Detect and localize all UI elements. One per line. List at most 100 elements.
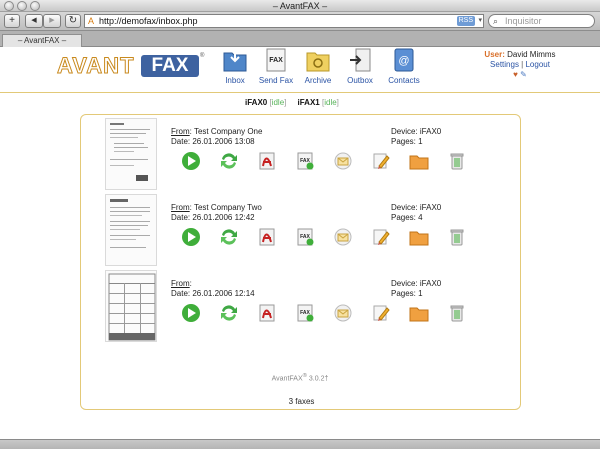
svg-text:@: @ [398, 55, 409, 67]
user-name: David Mimms [507, 50, 556, 59]
logo-fax-text: FAX [141, 55, 199, 77]
tab-avantfax[interactable]: – AvantFAX – [2, 34, 82, 47]
from-label[interactable]: From [171, 127, 190, 136]
user-label: User: [484, 50, 505, 59]
fax-row: From: Test Company Two Date: 26.01.2006 … [81, 194, 522, 272]
forward-button[interactable]: ▶ [43, 14, 61, 28]
browser-window: – AvantFAX – + ◀ ▶ ↻ A http://demofax/in… [0, 0, 600, 449]
user-links: Settings | Logout [455, 60, 585, 69]
nav-send-fax[interactable]: FAX Send Fax [256, 47, 296, 87]
archive-folder-icon[interactable] [409, 227, 429, 247]
new-tab-button[interactable]: + [4, 14, 20, 28]
fax-actions: FAX [181, 151, 464, 171]
fax-to-email-icon[interactable]: FAX [295, 303, 315, 323]
fax-device: Device: iFAX0 [391, 127, 442, 136]
archive-folder-icon [306, 52, 330, 72]
back-button[interactable]: ◀ [25, 14, 43, 28]
fax-from: From: Test Company Two [171, 203, 262, 212]
fax-page-preview-icon [110, 123, 150, 181]
url-dropdown-icon[interactable]: ▾ [478, 15, 482, 27]
fax-page-preview-icon [108, 273, 156, 341]
rss-button[interactable]: RSS [456, 16, 475, 26]
from-label[interactable]: From [171, 279, 190, 288]
link-separator: | [521, 60, 524, 69]
email-icon[interactable] [333, 303, 353, 323]
footer-brand: AvantFAX [271, 375, 303, 383]
email-icon[interactable] [333, 151, 353, 171]
send-fax-icon: FAX [266, 48, 286, 72]
fax-row: From: Test Company One Date: 26.01.2006 … [81, 118, 522, 196]
trash-can-icon[interactable] [447, 151, 467, 171]
play-arrow-icon[interactable] [181, 303, 201, 323]
nav-archive[interactable]: Archive [298, 47, 338, 87]
trash-can-icon[interactable] [447, 303, 467, 323]
from-label[interactable]: From [171, 203, 190, 212]
from-value: : [189, 279, 192, 288]
modem-status: idle [324, 98, 337, 107]
pdf-icon[interactable] [257, 151, 277, 171]
tab-bar: – AvantFAX – [0, 31, 600, 47]
fax-pages: Pages: 4 [391, 213, 423, 222]
heart-icon[interactable]: ♥ [513, 70, 518, 79]
edit-pencil-icon[interactable] [371, 303, 391, 323]
edit-profile-icon[interactable]: ✎ [520, 70, 527, 79]
fax-date: Date: 26.01.2006 13:08 [171, 137, 255, 146]
logo-registered-mark: ® [200, 53, 205, 59]
nav-outbox[interactable]: Outbox [340, 47, 380, 87]
fax-actions: FAX [181, 303, 464, 323]
title-bar: – AvantFAX – [0, 0, 600, 12]
fax-from: From: Test Company One [171, 127, 262, 136]
fax-thumbnail[interactable] [105, 118, 157, 190]
archive-folder-icon[interactable] [409, 303, 429, 323]
email-icon[interactable] [333, 227, 353, 247]
modem-bracket: ] [284, 98, 287, 107]
logout-link[interactable]: Logout [525, 60, 549, 69]
footer-reg: ® [302, 373, 307, 379]
fax-to-email-icon[interactable]: FAX [295, 151, 315, 171]
search-input[interactable]: ⌕ Inquisitor [488, 14, 595, 28]
play-arrow-icon[interactable] [181, 151, 201, 171]
fax-date: Date: 26.01.2006 12:14 [171, 289, 255, 298]
nav-inbox[interactable]: Inbox [215, 47, 255, 87]
pdf-icon[interactable] [257, 303, 277, 323]
user-line: User: David Mimms [455, 50, 585, 59]
reload-button[interactable]: ↻ [65, 14, 81, 28]
page-content: AVANT FAX ® Inbox FAX Send Fax Archive O… [0, 47, 600, 439]
fax-date: Date: 26.01.2006 12:42 [171, 213, 255, 222]
site-favicon-icon: A [88, 16, 95, 26]
page-footer: AvantFAX® 3.0.2† [0, 373, 600, 382]
fax-device: Device: iFAX0 [391, 203, 442, 212]
fax-pages: Pages: 1 [391, 137, 423, 146]
archive-folder-icon[interactable] [409, 151, 429, 171]
trash-can-icon[interactable] [447, 227, 467, 247]
modem-status: idle [271, 98, 285, 107]
fax-thumbnail[interactable] [105, 270, 157, 342]
settings-link[interactable]: Settings [490, 60, 519, 69]
fax-count: 3 faxes [288, 397, 315, 406]
forward-arrows-icon[interactable] [219, 227, 239, 247]
fax-pages: Pages: 1 [391, 289, 423, 298]
search-icon: ⌕ [493, 16, 499, 26]
browser-toolbar: + ◀ ▶ ↻ A http://demofax/inbox.php RSS ▾… [0, 12, 600, 31]
fax-row: From: Date: 26.01.2006 12:14 Device: iFA… [81, 270, 522, 348]
user-panel: User: David Mimms Settings | Logout ♥ ✎ [455, 50, 585, 90]
pdf-icon[interactable] [257, 227, 277, 247]
address-bar[interactable]: A http://demofax/inbox.php RSS ▾ [84, 14, 484, 28]
fax-to-email-icon[interactable]: FAX [295, 227, 315, 247]
from-value: : Test Company One [189, 127, 263, 136]
header-divider [0, 92, 600, 93]
avantfax-logo: AVANT FAX ® [57, 53, 205, 79]
forward-arrows-icon[interactable] [219, 303, 239, 323]
modem-bracket: ] [336, 98, 339, 107]
outbox-icon [350, 48, 371, 72]
status-bar [0, 439, 600, 449]
forward-arrows-icon[interactable] [219, 151, 239, 171]
edit-pencil-icon[interactable] [371, 227, 391, 247]
nav-contacts[interactable]: @ Contacts [384, 47, 424, 87]
edit-pencil-icon[interactable] [371, 151, 391, 171]
fax-page-preview-icon [110, 199, 150, 248]
nav-contacts-label: Contacts [388, 76, 420, 85]
modem-name: iFAX1 [297, 98, 320, 107]
play-arrow-icon[interactable] [181, 227, 201, 247]
fax-thumbnail[interactable] [105, 194, 157, 266]
